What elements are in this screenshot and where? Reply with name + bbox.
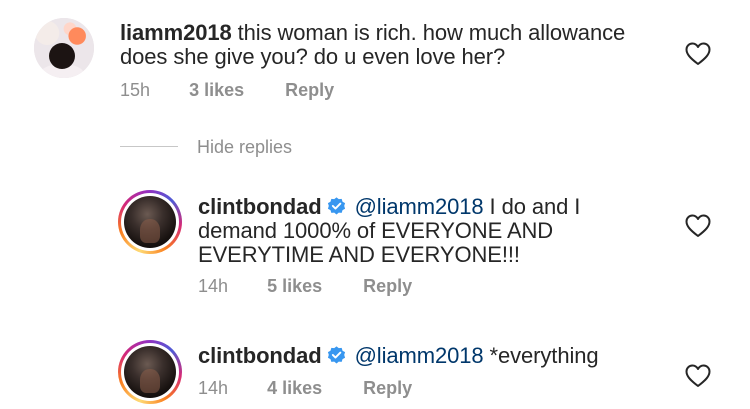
comment-meta: 14h 5 likes Reply bbox=[198, 276, 412, 296]
avatar[interactable] bbox=[118, 190, 182, 254]
comment-mention[interactable]: @liamm2018 bbox=[355, 194, 484, 219]
avatar[interactable] bbox=[118, 340, 182, 404]
comment-username[interactable]: clintbondad bbox=[198, 194, 322, 219]
comment-body: clintbondad @liamm2018 I do and I demand… bbox=[198, 195, 638, 267]
verified-badge-icon bbox=[327, 197, 345, 215]
comment-username[interactable]: liamm2018 bbox=[120, 20, 232, 45]
comment-meta: 14h 4 likes Reply bbox=[198, 378, 412, 398]
verified-badge-icon bbox=[327, 346, 345, 364]
divider-line bbox=[120, 146, 178, 147]
heart-icon[interactable] bbox=[685, 364, 711, 388]
reply-button[interactable]: Reply bbox=[363, 378, 412, 398]
comment-mention[interactable]: @liamm2018 bbox=[355, 343, 484, 368]
avatar[interactable] bbox=[34, 18, 94, 78]
comment-time: 15h bbox=[120, 80, 151, 100]
comment-likes[interactable]: 5 likes bbox=[267, 276, 322, 296]
reply-button[interactable]: Reply bbox=[285, 80, 334, 100]
comment-username[interactable]: clintbondad bbox=[198, 343, 322, 368]
comment-body: clintbondad @liamm2018 *everything bbox=[198, 344, 658, 368]
heart-icon[interactable] bbox=[685, 214, 711, 238]
hide-replies-label[interactable]: Hide replies bbox=[197, 136, 292, 158]
comment-time: 14h bbox=[198, 276, 229, 296]
comment-likes[interactable]: 3 likes bbox=[189, 80, 244, 100]
comment-meta: 15h 3 likes Reply bbox=[120, 80, 334, 100]
comment-likes[interactable]: 4 likes bbox=[267, 378, 322, 398]
comment-time: 14h bbox=[198, 378, 229, 398]
comment-text: *everything bbox=[489, 343, 599, 368]
reply-button[interactable]: Reply bbox=[363, 276, 412, 296]
heart-icon[interactable] bbox=[685, 42, 711, 66]
comment-body: liamm2018 this woman is rich. how much a… bbox=[120, 21, 660, 69]
